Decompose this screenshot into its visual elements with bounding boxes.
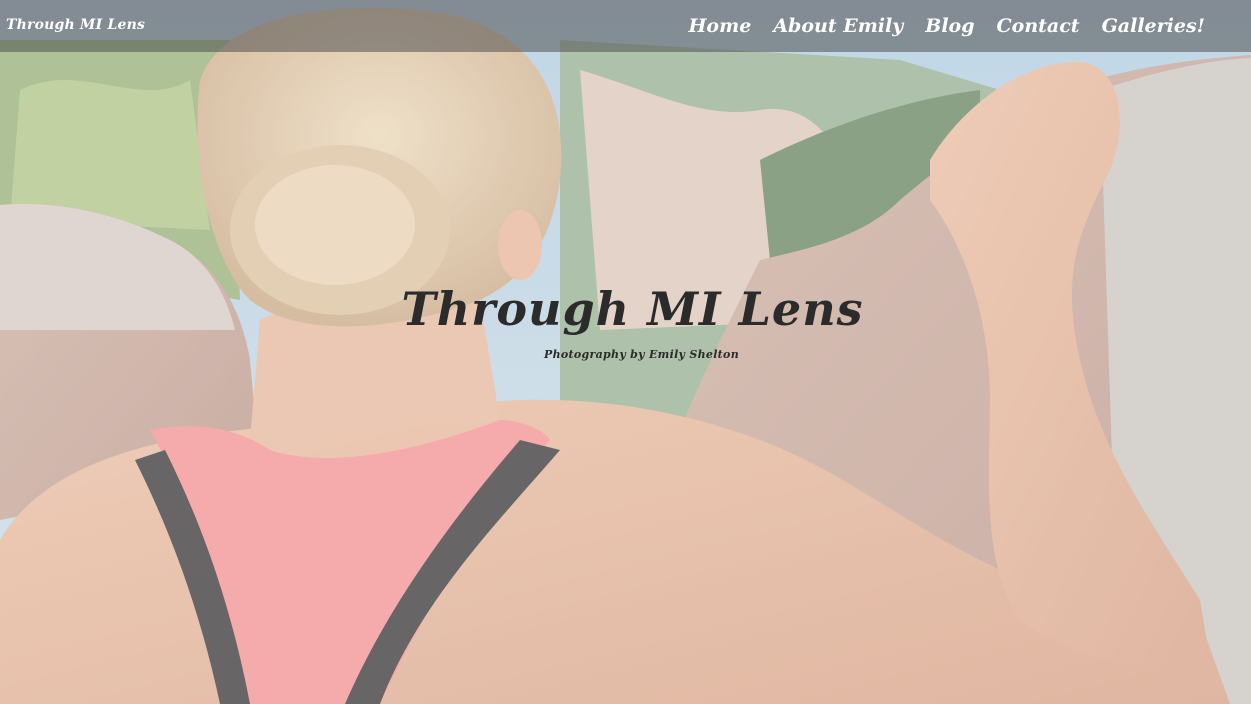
nav-item-blog[interactable]: Blog: [925, 15, 974, 37]
nav-menu: Home About Emily Blog Contact Galleries!: [688, 15, 1205, 37]
nav-item-contact[interactable]: Contact: [997, 15, 1080, 37]
top-navbar: Through MI Lens Home About Emily Blog Co…: [0, 0, 1251, 52]
nav-item-home[interactable]: Home: [688, 15, 751, 37]
hero-subtitle: Photography by Emily Shelton: [544, 348, 739, 361]
nav-item-about-emily[interactable]: About Emily: [773, 15, 903, 37]
hero-heading-group: Through MI Lens Photography by Emily She…: [0, 286, 1251, 361]
site-brand-link[interactable]: Through MI Lens: [6, 17, 145, 33]
hero-title: Through MI Lens: [401, 282, 864, 336]
nav-item-galleries[interactable]: Galleries!: [1102, 15, 1205, 37]
